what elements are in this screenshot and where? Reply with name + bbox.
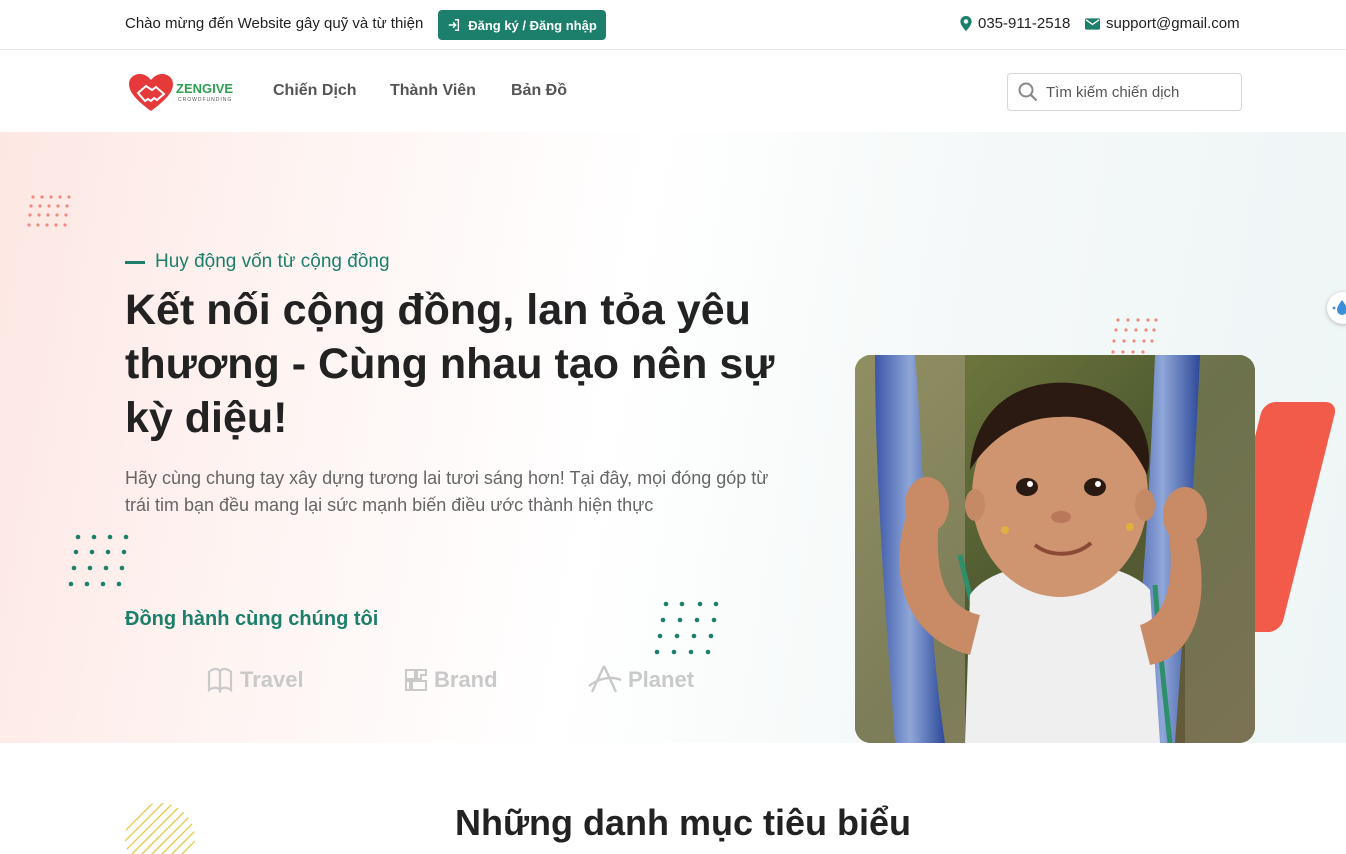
planet-logo-icon [588,665,622,693]
zengive-logo[interactable]: ZENGIVE CROWDFUNDING [128,73,234,113]
map-pin-icon [960,16,972,31]
travel-logo-icon [207,667,233,693]
email-address: support@gmail.com [1106,15,1240,32]
welcome-text: Chào mừng đến Website gây quỹ và từ thiệ… [125,15,424,32]
partner-planet-label: Planet [628,667,695,692]
decor-dots-red-photo [1111,318,1158,354]
featured-categories-title: Những danh mục tiêu biểu [454,802,912,843]
hero-description: Hãy cùng chung tay xây dựng tương lai tư… [125,468,769,515]
hero-tagline: Huy động vốn từ cộng đồng [125,251,390,273]
envelope-icon [1085,17,1100,30]
login-icon [448,19,460,31]
partner-logo-brand: Brand [404,667,498,693]
floating-action-button[interactable] [1327,292,1346,324]
brand-logo-icon [405,669,427,691]
main-navbar: ZENGIVE CROWDFUNDING Chiến Dịch Thành Vi… [0,51,1346,132]
partners-title: Đồng hành cùng chúng tôi [125,608,379,630]
search-icon [1018,82,1038,102]
login-register-button[interactable]: Đăng ký / Đăng nhập [438,10,606,40]
logo-text: ZENGIVE [176,81,234,96]
partner-logo-planet: Planet [588,664,694,696]
hero-tagline-text: Huy động vốn từ cộng đồng [155,251,390,272]
phone-contact[interactable]: 035-911-2518 [960,15,1070,32]
water-drop-icon [1332,300,1346,315]
partner-logo-travel: Travel [206,667,304,693]
hero-child-photo [855,355,1255,743]
decor-dots-green-center [654,601,719,655]
heart-handshake-icon [129,74,173,111]
hero-section: Huy động vốn từ cộng đồng Kết nối cộng đ… [0,132,1346,743]
login-register-label: Đăng ký / Đăng nhập [468,17,597,33]
email-contact[interactable]: support@gmail.com [1085,15,1240,32]
search-input[interactable] [1046,83,1226,101]
partner-travel-label: Travel [240,667,304,692]
nav-link-map[interactable]: Bản Đồ [511,82,567,100]
partner-brand-label: Brand [434,667,498,692]
top-bar: Chào mừng đến Website gây quỹ và từ thiệ… [0,0,1346,50]
logo-subtext: CROWDFUNDING [178,97,233,103]
search-box[interactable] [1007,73,1242,111]
nav-link-members[interactable]: Thành Viên [390,82,476,100]
nav-link-campaigns[interactable]: Chiến Dịch [273,82,357,100]
child-photo-illustration [855,355,1255,743]
tagline-dash [125,260,145,264]
decor-dots-red-top-left [27,195,71,227]
decor-dots-green-left [68,534,129,587]
hero-title: Kết nối cộng đồng, lan tỏa yêu thương - … [125,286,775,442]
phone-number: 035-911-2518 [978,15,1071,32]
